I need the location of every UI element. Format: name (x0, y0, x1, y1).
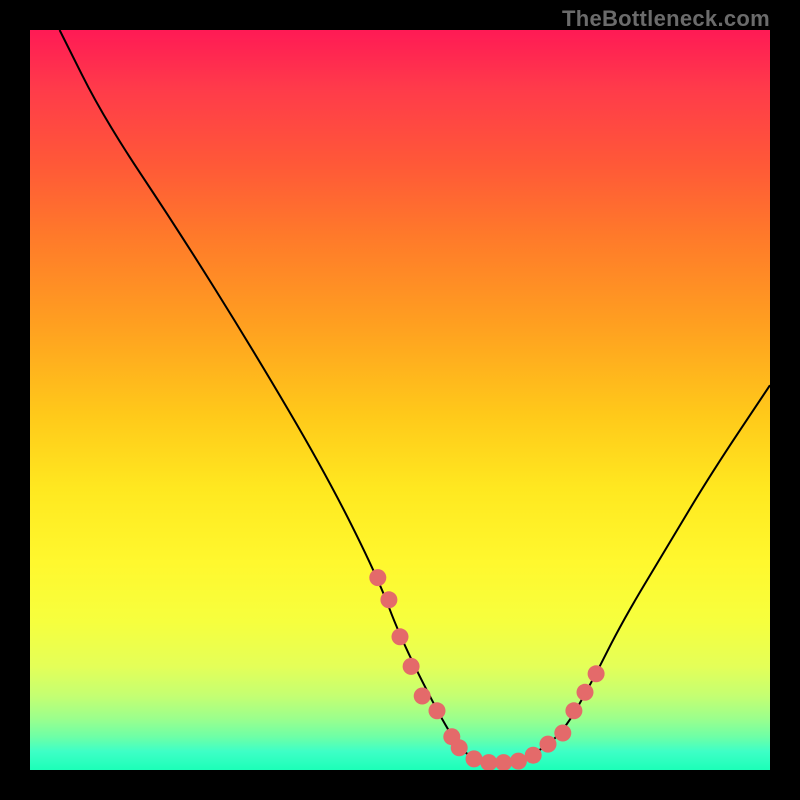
highlight-dot (392, 628, 409, 645)
highlight-dot (577, 684, 594, 701)
highlight-dot (540, 736, 557, 753)
highlight-dot (565, 702, 582, 719)
highlight-dot (525, 747, 542, 764)
highlight-dot (554, 725, 571, 742)
highlight-dot (495, 754, 512, 770)
highlight-dots (369, 569, 604, 770)
highlight-dot (480, 754, 497, 770)
plot-area (30, 30, 770, 770)
chart-frame: TheBottleneck.com (0, 0, 800, 800)
chart-svg (30, 30, 770, 770)
bottleneck-curve (60, 30, 770, 763)
attribution-label: TheBottleneck.com (562, 6, 770, 32)
highlight-dot (414, 688, 431, 705)
highlight-dot (466, 750, 483, 767)
highlight-dot (429, 702, 446, 719)
highlight-dot (369, 569, 386, 586)
highlight-dot (380, 591, 397, 608)
highlight-dot (588, 665, 605, 682)
highlight-dot (403, 658, 420, 675)
highlight-dot (451, 739, 468, 756)
highlight-dot (510, 753, 527, 770)
